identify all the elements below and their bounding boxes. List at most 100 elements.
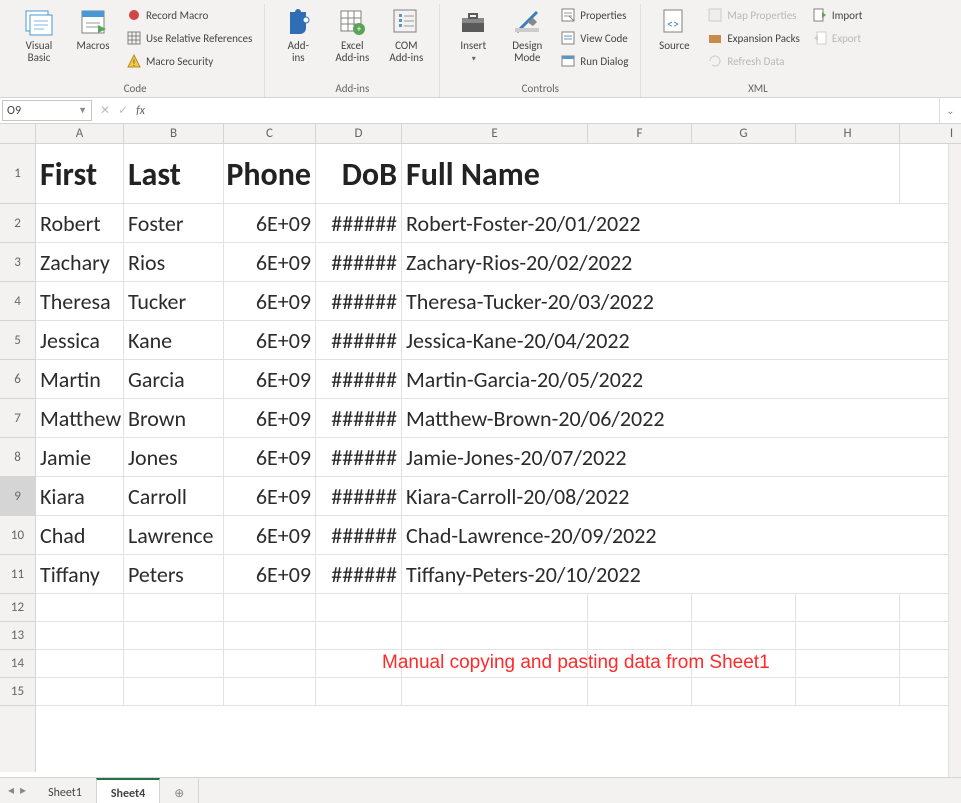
cell[interactable] (796, 282, 900, 321)
cell[interactable] (224, 622, 316, 650)
cell[interactable] (796, 516, 900, 555)
cell[interactable] (124, 650, 224, 678)
cell[interactable] (692, 477, 796, 516)
cell[interactable] (692, 516, 796, 555)
cell[interactable]: Lawrence (124, 516, 224, 555)
cell[interactable]: Chad (36, 516, 124, 555)
cell[interactable]: 6E+09 (224, 477, 316, 516)
cell[interactable]: Jones (124, 438, 224, 477)
cell[interactable] (796, 650, 900, 678)
cell[interactable] (588, 243, 692, 282)
cell[interactable] (692, 438, 796, 477)
worksheet-grid[interactable]: ABCDEFGHI 123456789101112131415 FirstLas… (0, 124, 961, 772)
cell[interactable] (124, 678, 224, 706)
cell[interactable] (796, 360, 900, 399)
cell[interactable]: Kiara-Carroll-20/08/2022 (402, 477, 588, 516)
chevron-right-icon[interactable]: ▸ (20, 783, 26, 798)
cell[interactable]: Matthew-Brown-20/06/2022 (402, 399, 588, 438)
cell[interactable]: Zachary (36, 243, 124, 282)
expansion-packs-button[interactable]: Expansion Packs (703, 27, 803, 49)
cell[interactable]: Matthew (36, 399, 124, 438)
cell[interactable]: 6E+09 (224, 438, 316, 477)
cell[interactable] (224, 678, 316, 706)
row-header[interactable]: 11 (0, 555, 35, 594)
column-header[interactable]: G (692, 124, 796, 143)
cell[interactable]: Theresa-Tucker-20/03/2022 (402, 282, 588, 321)
cell[interactable] (588, 516, 692, 555)
cell[interactable] (588, 360, 692, 399)
chevron-down-icon[interactable]: ▼ (78, 105, 87, 116)
cell[interactable] (316, 622, 402, 650)
cell[interactable] (402, 622, 588, 650)
cell[interactable] (796, 477, 900, 516)
cell[interactable] (796, 204, 900, 243)
cell[interactable]: Tiffany-Peters-20/10/2022 (402, 555, 588, 594)
cell[interactable]: 6E+09 (224, 243, 316, 282)
macro-security-button[interactable]: ! Macro Security (122, 50, 256, 72)
row-header[interactable]: 14 (0, 650, 35, 678)
expand-formula-bar[interactable]: ⌄ (939, 98, 961, 123)
cell[interactable]: Robert (36, 204, 124, 243)
add-sheet-button[interactable]: ⊕ (160, 778, 199, 803)
fx-icon[interactable]: fx (136, 104, 145, 118)
row-header[interactable]: 10 (0, 516, 35, 555)
cell[interactable] (796, 555, 900, 594)
cell[interactable]: ###### (316, 321, 402, 360)
cell[interactable] (796, 622, 900, 650)
cell[interactable]: Carroll (124, 477, 224, 516)
cell[interactable]: Jessica-Kane-20/04/2022 (402, 321, 588, 360)
com-addins-button[interactable]: COM Add-ins (381, 4, 431, 66)
cell[interactable]: Last (124, 144, 224, 204)
export-button[interactable]: Export (808, 27, 867, 49)
cell[interactable] (796, 594, 900, 622)
cell[interactable] (692, 678, 796, 706)
import-button[interactable]: Import (808, 4, 867, 26)
cell[interactable]: Chad-Lawrence-20/09/2022 (402, 516, 588, 555)
cell[interactable]: 6E+09 (224, 282, 316, 321)
column-header[interactable]: I (900, 124, 961, 143)
cell[interactable]: ###### (316, 438, 402, 477)
cell[interactable]: 6E+09 (224, 204, 316, 243)
cell[interactable] (588, 555, 692, 594)
cell[interactable]: Peters (124, 555, 224, 594)
view-code-button[interactable]: View Code (556, 27, 632, 49)
cell[interactable] (588, 477, 692, 516)
map-properties-button[interactable]: Map Properties (703, 4, 803, 26)
cells-area[interactable]: FirstLastPhoneDoBFull NameRobertFoster6E… (36, 144, 961, 772)
cell[interactable]: Zachary-Rios-20/02/2022 (402, 243, 588, 282)
cell[interactable] (692, 243, 796, 282)
cell[interactable] (796, 678, 900, 706)
cell[interactable]: Jamie (36, 438, 124, 477)
cell[interactable] (692, 399, 796, 438)
row-header[interactable]: 8 (0, 438, 35, 477)
refresh-data-button[interactable]: Refresh Data (703, 50, 803, 72)
cell[interactable]: Foster (124, 204, 224, 243)
row-header[interactable]: 6 (0, 360, 35, 399)
excel-addins-button[interactable]: + Excel Add-ins (327, 4, 377, 66)
row-header[interactable]: 12 (0, 594, 35, 622)
cell[interactable]: ###### (316, 204, 402, 243)
column-header[interactable]: D (316, 124, 402, 143)
row-header[interactable]: 4 (0, 282, 35, 321)
cell[interactable] (692, 555, 796, 594)
cell[interactable] (692, 594, 796, 622)
row-header[interactable]: 2 (0, 204, 35, 243)
row-header[interactable]: 13 (0, 622, 35, 650)
cell[interactable] (796, 321, 900, 360)
column-header[interactable]: E (402, 124, 588, 143)
cell[interactable] (796, 399, 900, 438)
use-relative-button[interactable]: Use Relative References (122, 27, 256, 49)
insert-button[interactable]: Insert ▾ (448, 4, 498, 66)
row-header[interactable]: 15 (0, 678, 35, 706)
row-header[interactable]: 7 (0, 399, 35, 438)
cell[interactable] (316, 678, 402, 706)
cell[interactable] (588, 282, 692, 321)
cell[interactable]: Kane (124, 321, 224, 360)
cell[interactable] (588, 622, 692, 650)
cell[interactable]: Theresa (36, 282, 124, 321)
sheet-tab[interactable]: Sheet1 (34, 778, 97, 803)
cell[interactable] (588, 399, 692, 438)
cell[interactable]: 6E+09 (224, 516, 316, 555)
cell[interactable]: Jamie-Jones-20/07/2022 (402, 438, 588, 477)
cell[interactable]: Tucker (124, 282, 224, 321)
